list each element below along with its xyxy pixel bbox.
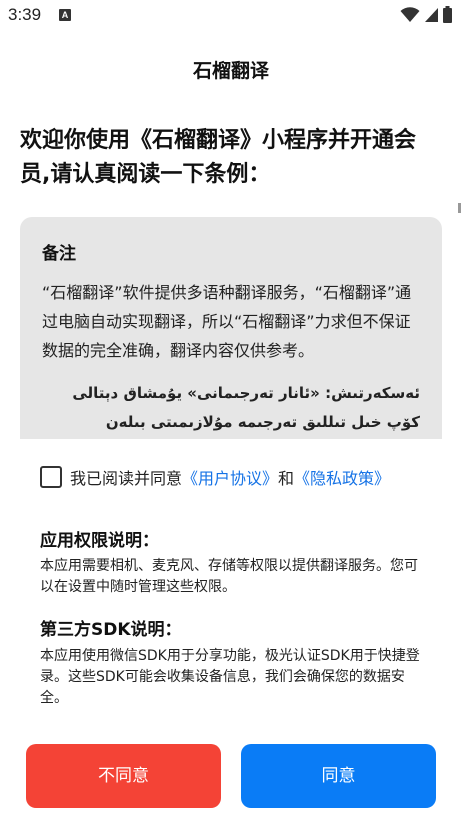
agree-checkbox[interactable]: [40, 466, 62, 488]
battery-icon: [443, 6, 452, 23]
sdk-body: 本应用使用微信SDK用于分享功能，极光认证SDK用于快捷登录。这些SDK可能会收…: [40, 648, 420, 706]
sdk-title: 第三方SDK说明：: [40, 620, 182, 640]
permissions-body: 本应用需要相机、麦克风、存储等权限以提供翻译服务。您可以在设置中随时管理这些权限…: [40, 558, 418, 595]
welcome-heading: 欢迎你使用《石榴翻译》小程序并开通会员,请认真阅读一下条例：: [20, 128, 417, 187]
agreement-row: 我已阅读并同意 《用户协议》 和 《隐私政策》: [40, 465, 390, 489]
user-agreement-link[interactable]: 《用户协议》: [182, 465, 278, 489]
agreement-prefix: 我已阅读并同意: [70, 469, 183, 488]
permissions-title: 应用权限说明：: [40, 531, 159, 551]
wifi-icon: [400, 6, 420, 22]
notice-uyghur: ئەسكەرتىش: «ئانار تەرجىمانى» يۇمشاق دېتا…: [72, 384, 420, 431]
status-time: 3:39: [8, 5, 42, 24]
app-title: 石榴翻译: [192, 60, 269, 82]
privacy-policy-link[interactable]: 《隐私政策》: [294, 465, 390, 489]
agree-button[interactable]: 同意: [241, 744, 436, 808]
notice-heading: 备注: [42, 244, 76, 264]
signal-icon: [425, 7, 438, 22]
agreement-conjunction: 和: [278, 469, 295, 488]
notification-icon: A: [59, 9, 71, 21]
status-icons: [400, 6, 452, 23]
decline-button[interactable]: 不同意: [26, 744, 221, 808]
notice-body: “石榴翻译”软件提供多语种翻译服务，“石榴翻译”通过电脑自动实现翻译，所以“石榴…: [42, 283, 412, 360]
status-bar: 3:39 A: [0, 0, 462, 32]
notice-panel[interactable]: 备注 “石榴翻译”软件提供多语种翻译服务，“石榴翻译”通过电脑自动实现翻译，所以…: [20, 217, 442, 439]
scroll-indicator: [458, 203, 461, 213]
